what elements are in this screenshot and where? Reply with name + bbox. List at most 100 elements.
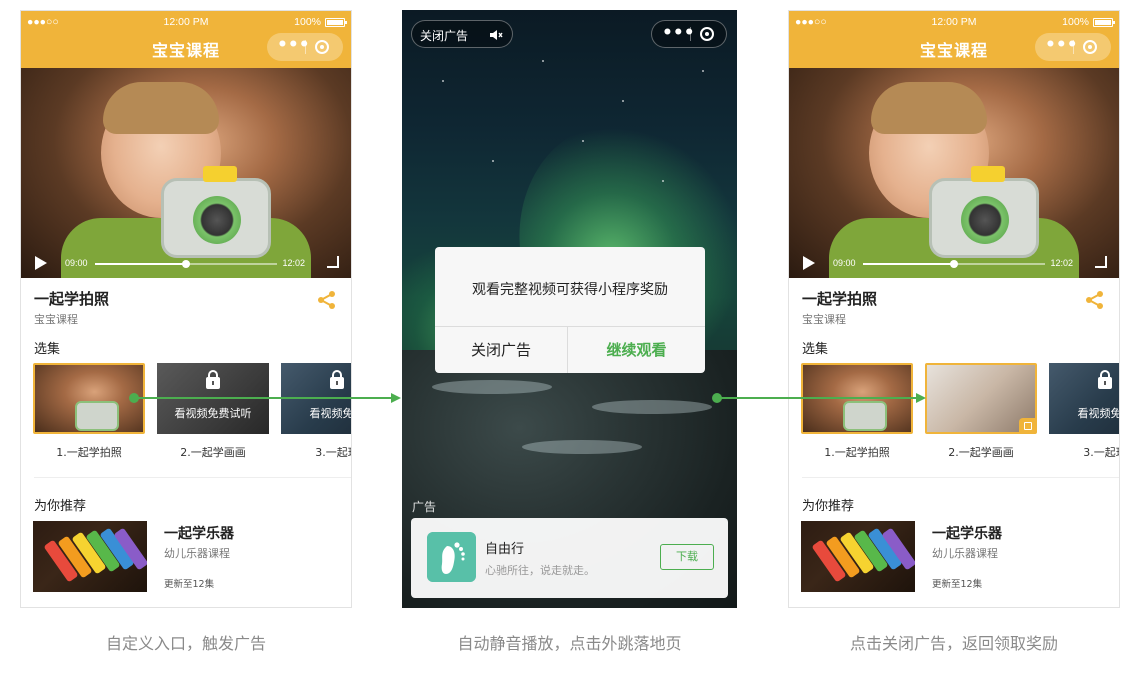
recommend-title[interactable]: 一起学乐器 <box>932 523 1002 543</box>
capsule-menu: ••• <box>267 33 343 61</box>
video-frame-hair <box>103 82 219 134</box>
ad-slogan: 心驰所往，说走就走。 <box>485 564 595 577</box>
capsule-divider <box>690 27 691 41</box>
play-icon[interactable] <box>803 256 815 270</box>
recommend-subtitle: 幼儿乐器课程 <box>164 547 230 560</box>
video-controls: 09:00 12:02 <box>789 248 1119 278</box>
battery-percent: 100% <box>1062 16 1089 28</box>
recommend-update-count: 更新至12集 <box>164 579 215 590</box>
close-ad-label[interactable]: 关闭广告 <box>420 27 468 44</box>
progress-fill <box>95 263 186 265</box>
course-subtitle: 宝宝课程 <box>802 313 846 326</box>
total-time: 12:02 <box>282 258 305 268</box>
recommend-thumbnail[interactable] <box>801 521 915 592</box>
episode-label[interactable]: 1.一起学拍照 <box>33 444 145 460</box>
flow-arrow-head <box>391 393 401 403</box>
section-divider <box>34 477 351 478</box>
navigation-bar: ●●●○○ 12:00 PM 100% 宝宝课程 ••• <box>789 11 1119 68</box>
footprint-icon <box>427 532 476 582</box>
video-player[interactable]: 09:00 12:02 <box>21 68 351 278</box>
video-player[interactable]: 09:00 12:02 <box>789 68 1119 278</box>
total-time: 12:02 <box>1050 258 1073 268</box>
continue-watching-button[interactable]: 继续观看 <box>568 327 705 373</box>
flow-arrow-head <box>916 393 926 403</box>
ad-label: 广告 <box>412 500 437 514</box>
course-title: 一起学拍照 <box>34 290 110 308</box>
share-icon[interactable] <box>317 291 337 309</box>
current-time: 09:00 <box>833 258 856 268</box>
video-frame-camera-flash <box>971 166 1005 182</box>
progress-knob[interactable] <box>182 260 190 268</box>
section-divider <box>802 477 1119 478</box>
close-ad-pill[interactable]: 关闭广告 <box>411 20 513 48</box>
battery-icon <box>325 18 347 27</box>
recommend-update-count: 更新至12集 <box>932 579 983 590</box>
video-frame-camera-lens <box>961 196 1009 244</box>
download-button[interactable]: 下载 <box>660 544 714 570</box>
flow-arrow-line <box>717 397 917 399</box>
episodes-heading: 选集 <box>34 342 61 357</box>
episode-label[interactable]: 1.一起学拍照 <box>801 444 913 460</box>
status-bar: ●●●○○ 12:00 PM 100% <box>789 16 1119 30</box>
close-miniprogram-icon[interactable] <box>1083 40 1097 54</box>
lock-icon <box>206 370 220 389</box>
recommend-title[interactable]: 一起学乐器 <box>164 523 234 543</box>
caption-ad: 自动静音播放，点击外跳落地页 <box>457 634 682 653</box>
recommend-heading: 为你推荐 <box>802 499 855 514</box>
course-title: 一起学拍照 <box>802 290 878 308</box>
reward-dialog: 观看完整视频可获得小程序奖励 关闭广告 继续观看 <box>435 247 705 373</box>
caption-entry: 自定义入口，触发广告 <box>105 634 266 653</box>
capsule-menu: ••• <box>1035 33 1111 61</box>
phone-screen-entry: ●●●○○ 12:00 PM 100% 宝宝课程 ••• 09:00 12:02 <box>20 10 352 608</box>
recommend-heading: 为你推荐 <box>34 499 87 514</box>
episode-label[interactable]: 3.一起玩 <box>1049 444 1119 460</box>
episode-label[interactable]: 2.一起学画画 <box>925 444 1037 460</box>
ad-card[interactable]: 自由行 心驰所往，说走就走。 下载 <box>411 518 728 598</box>
video-frame-hair <box>871 82 987 134</box>
more-icon[interactable]: ••• <box>662 25 695 44</box>
close-miniprogram-icon[interactable] <box>315 40 329 54</box>
fullscreen-icon[interactable] <box>327 256 339 268</box>
lock-icon <box>1098 370 1112 389</box>
episodes-heading: 选集 <box>802 342 829 357</box>
course-subtitle: 宝宝课程 <box>34 313 78 326</box>
mute-icon[interactable] <box>489 29 503 41</box>
unlock-icon <box>1019 418 1035 432</box>
episode-label[interactable]: 2.一起学画画 <box>157 444 269 460</box>
capsule-divider <box>1073 40 1074 54</box>
capsule-menu: ••• <box>651 20 727 48</box>
capsule-divider <box>305 40 306 54</box>
battery-percent: 100% <box>294 16 321 28</box>
episode-label[interactable]: 3.一起玩 <box>281 444 351 460</box>
watch-free-label: 看视频免费 <box>1077 407 1120 420</box>
share-icon[interactable] <box>1085 291 1105 309</box>
dialog-message: 观看完整视频可获得小程序奖励 <box>472 282 668 298</box>
watch-free-label: 看视频免费试听 <box>174 407 252 420</box>
phone-screen-ad[interactable]: 关闭广告 ••• 观看完整视频可获得小程序奖励 关闭广告 继续观看 广告 自由行… <box>402 10 737 608</box>
flow-arrow-line <box>134 397 392 399</box>
video-frame-camera-lens <box>193 196 241 244</box>
progress-knob[interactable] <box>950 260 958 268</box>
status-bar: ●●●○○ 12:00 PM 100% <box>21 16 351 30</box>
phone-screen-reward: ●●●○○ 12:00 PM 100% 宝宝课程 ••• 09:00 12:02 <box>788 10 1120 608</box>
current-time: 09:00 <box>65 258 88 268</box>
fullscreen-icon[interactable] <box>1095 256 1107 268</box>
close-ad-button[interactable]: 关闭广告 <box>435 327 567 373</box>
watch-free-label: 看视频免费 <box>309 407 352 420</box>
progress-slider[interactable] <box>95 260 277 268</box>
play-icon[interactable] <box>35 256 47 270</box>
recommend-subtitle: 幼儿乐器课程 <box>932 547 998 560</box>
episode-thumb-2[interactable] <box>925 363 1037 434</box>
episode-thumb-3[interactable]: 看视频免费 <box>1049 363 1120 434</box>
progress-slider[interactable] <box>863 260 1045 268</box>
close-miniprogram-icon[interactable] <box>700 27 714 41</box>
video-frame-camera-flash <box>203 166 237 182</box>
battery-icon <box>1093 18 1115 27</box>
video-controls: 09:00 12:02 <box>21 248 351 278</box>
more-icon[interactable]: ••• <box>277 37 310 56</box>
ad-app-name: 自由行 <box>485 542 525 557</box>
more-icon[interactable]: ••• <box>1045 37 1078 56</box>
navigation-bar: ●●●○○ 12:00 PM 100% 宝宝课程 ••• <box>21 11 351 68</box>
recommend-thumbnail[interactable] <box>33 521 147 592</box>
caption-reward: 点击关闭广告，返回领取奖励 <box>849 634 1058 653</box>
